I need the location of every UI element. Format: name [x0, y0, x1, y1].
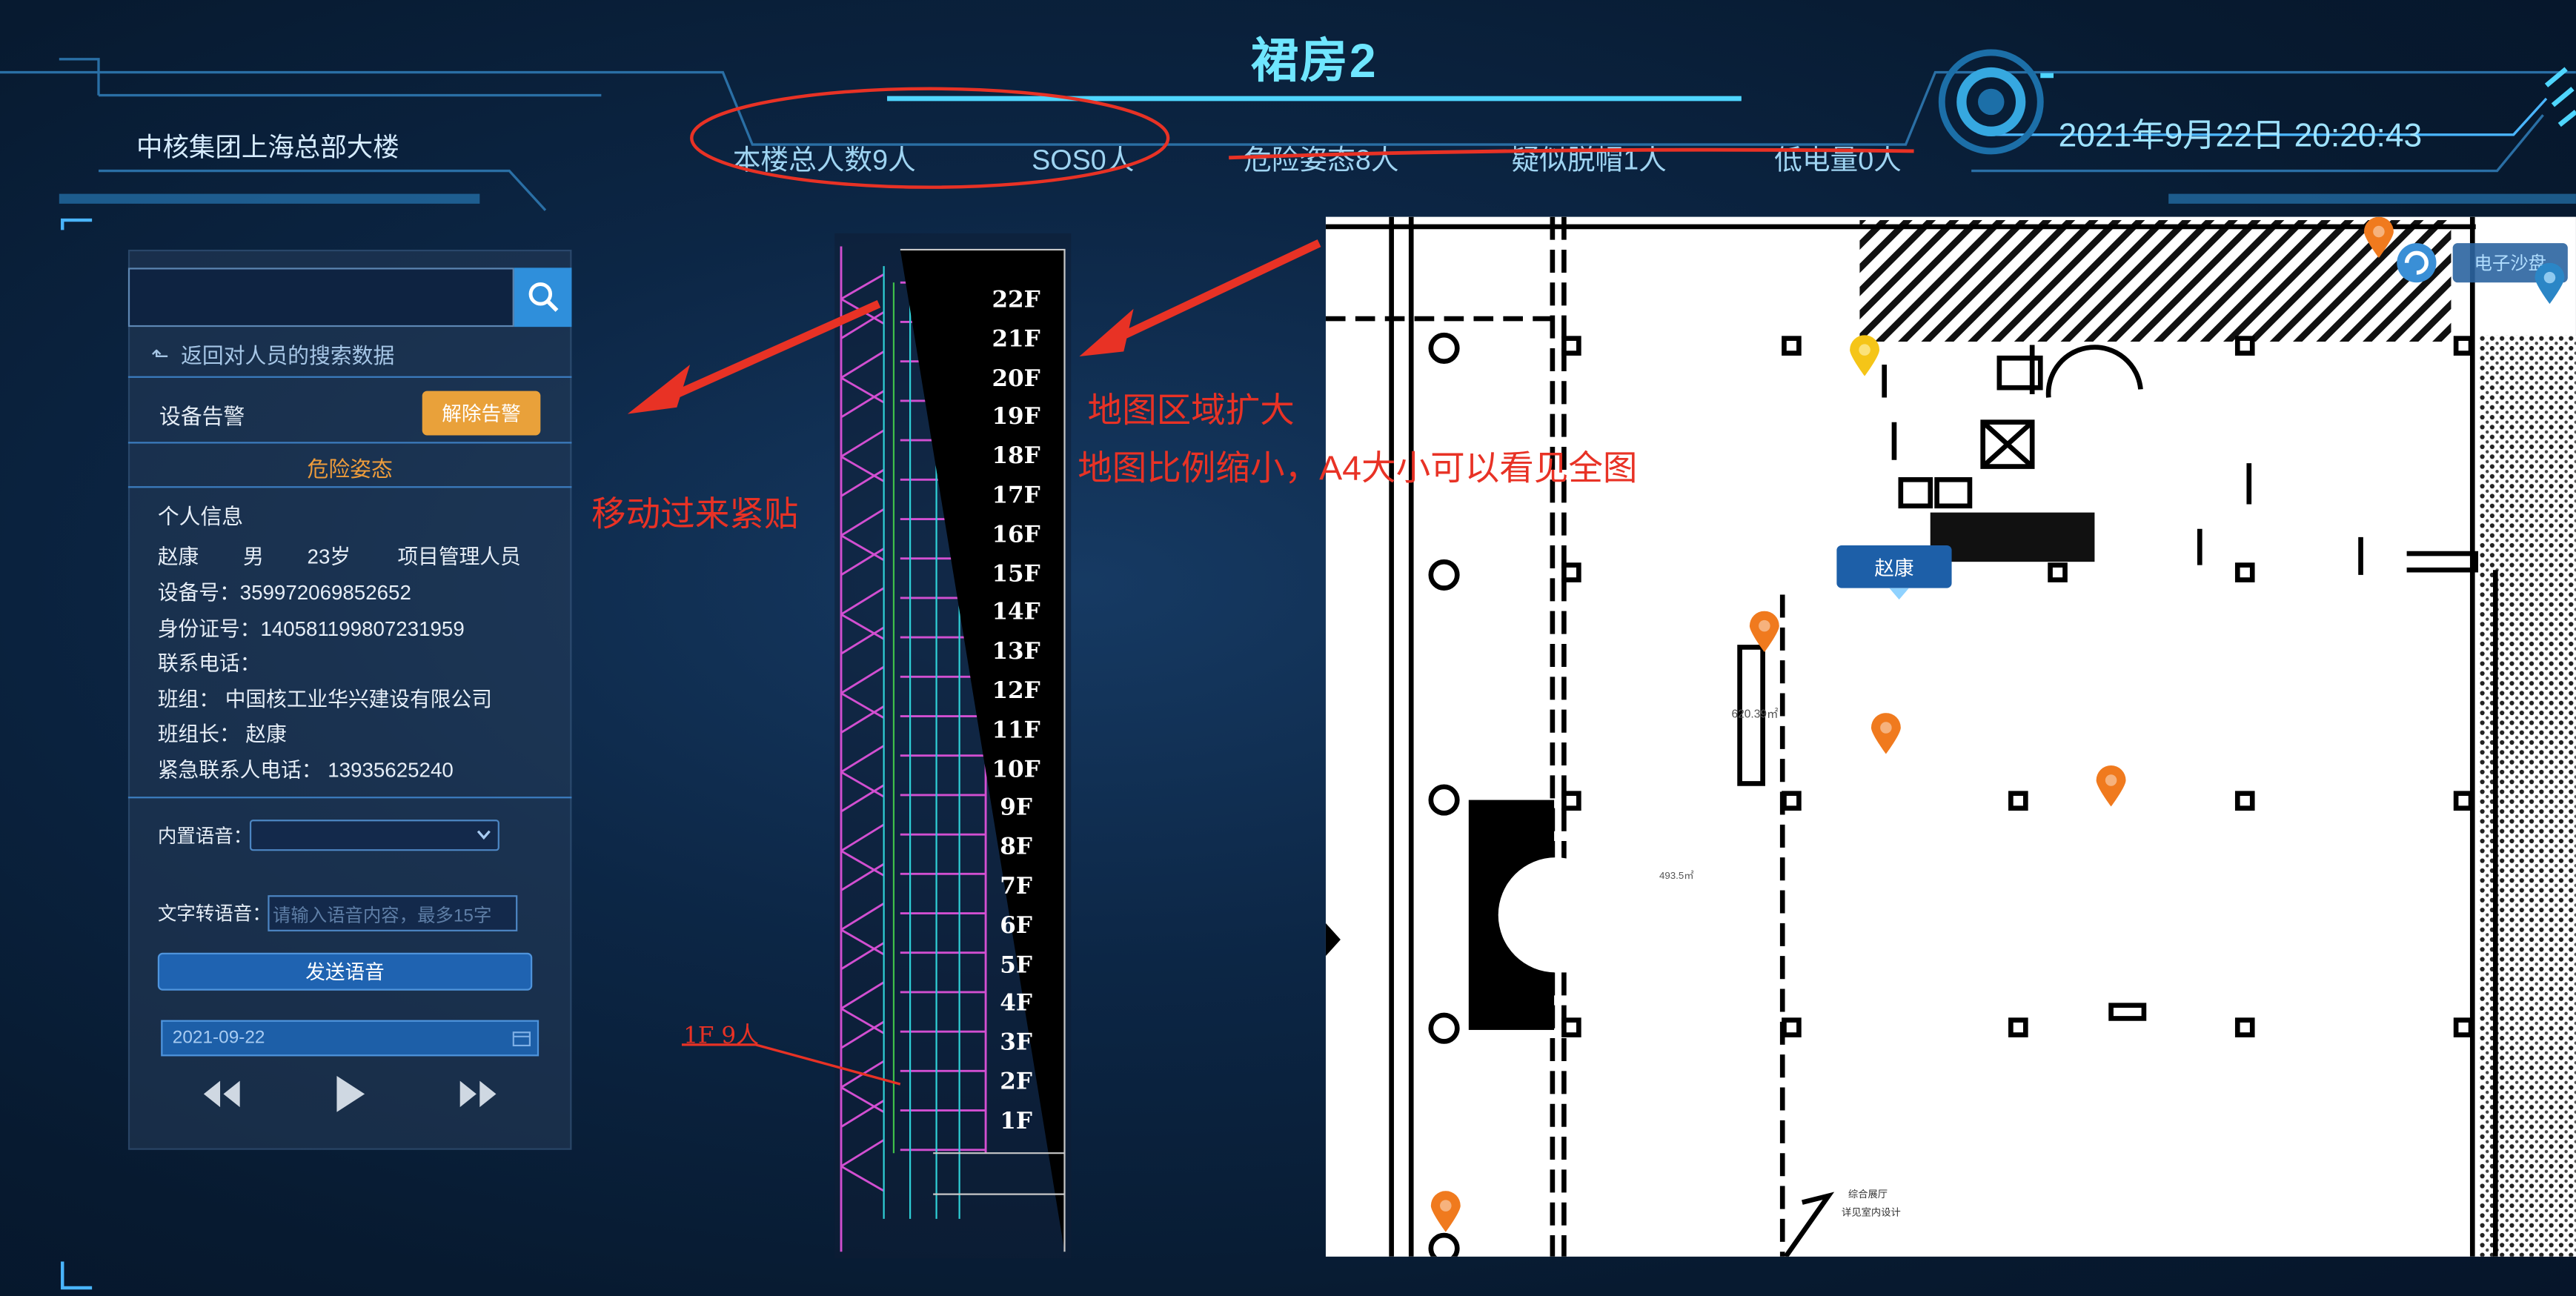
- annotation-note: 移动过来紧贴: [591, 496, 799, 534]
- annotation-note: 地图区域扩大: [1087, 392, 1295, 431]
- annotation-note: 1F 9人: [683, 1023, 760, 1050]
- annotation-note: 地图比例缩小，A4大小可以看见全图: [1078, 450, 1638, 488]
- annotation-layer: [627, 87, 1914, 1086]
- dashboard-screen: 裙房2 中核集团上海总部大楼 本楼总人数9人 SOS0人 危险姿态8人 疑似脱帽…: [0, 0, 2576, 1296]
